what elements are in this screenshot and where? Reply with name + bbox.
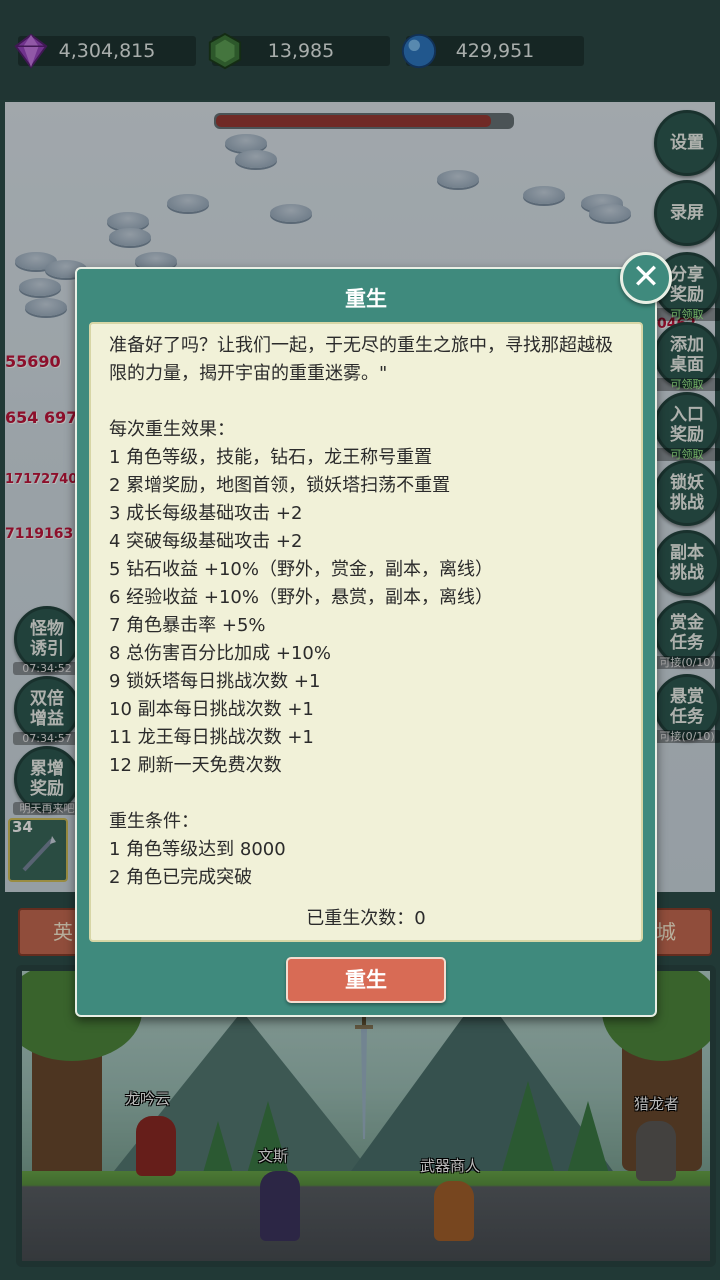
effect-item: 6 经验收益 +10%（野外，悬赏，副本，离线）	[109, 587, 493, 608]
effect-item: 10 副本每日挑战次数 +1	[109, 699, 314, 720]
rebirth-text: 准备好了吗？让我们一起，于无尽的重生之旅中，寻找那超越极限的力量，揭开宇宙的重重…	[109, 332, 625, 892]
rebirth-button[interactable]: 重生	[286, 957, 446, 1003]
effect-item: 9 锁妖塔每日挑战次数 +1	[109, 671, 321, 692]
effect-item: 8 总伤害百分比加成 +10%	[109, 643, 331, 664]
effects-title: 每次重生效果：	[109, 419, 235, 440]
effect-item: 5 钻石收益 +10%（野外，赏金，副本，离线）	[109, 559, 493, 580]
effect-item: 3 成长每级基础攻击 +2	[109, 503, 303, 524]
effect-item: 11 龙王每日挑战次数 +1	[109, 727, 314, 748]
condition-item: 1 角色等级达到 8000	[109, 839, 286, 860]
effect-item: 12 刷新一天免费次数	[109, 755, 282, 776]
rebirth-dialog: 重生 准备好了吗？让我们一起，于无尽的重生之旅中，寻找那超越极限的力量，揭开宇宙…	[75, 267, 657, 1017]
effect-item: 4 突破每级基础攻击 +2	[109, 531, 303, 552]
effect-item: 1 角色等级，技能，钻石，龙王称号重置	[109, 447, 433, 468]
effect-item: 2 累增奖励，地图首领，锁妖塔扫荡不重置	[109, 475, 451, 496]
rebirth-info-panel: 准备好了吗？让我们一起，于无尽的重生之旅中，寻找那超越极限的力量，揭开宇宙的重重…	[89, 322, 643, 942]
close-button[interactable]: ✕	[620, 252, 672, 304]
rebirth-button-label: 重生	[345, 968, 387, 992]
dialog-title: 重生	[345, 287, 387, 311]
condition-item: 2 角色已完成突破	[109, 867, 253, 888]
intro-text: 准备好了吗？让我们一起，于无尽的重生之旅中，寻找那超越极限的力量，揭开宇宙的重重…	[109, 335, 613, 384]
effect-item: 7 角色暴击率 +5%	[109, 615, 266, 636]
conditions-title: 重生条件：	[109, 811, 199, 832]
rebirth-count: 已重生次数：0	[306, 908, 426, 929]
close-icon: ✕	[631, 257, 661, 297]
